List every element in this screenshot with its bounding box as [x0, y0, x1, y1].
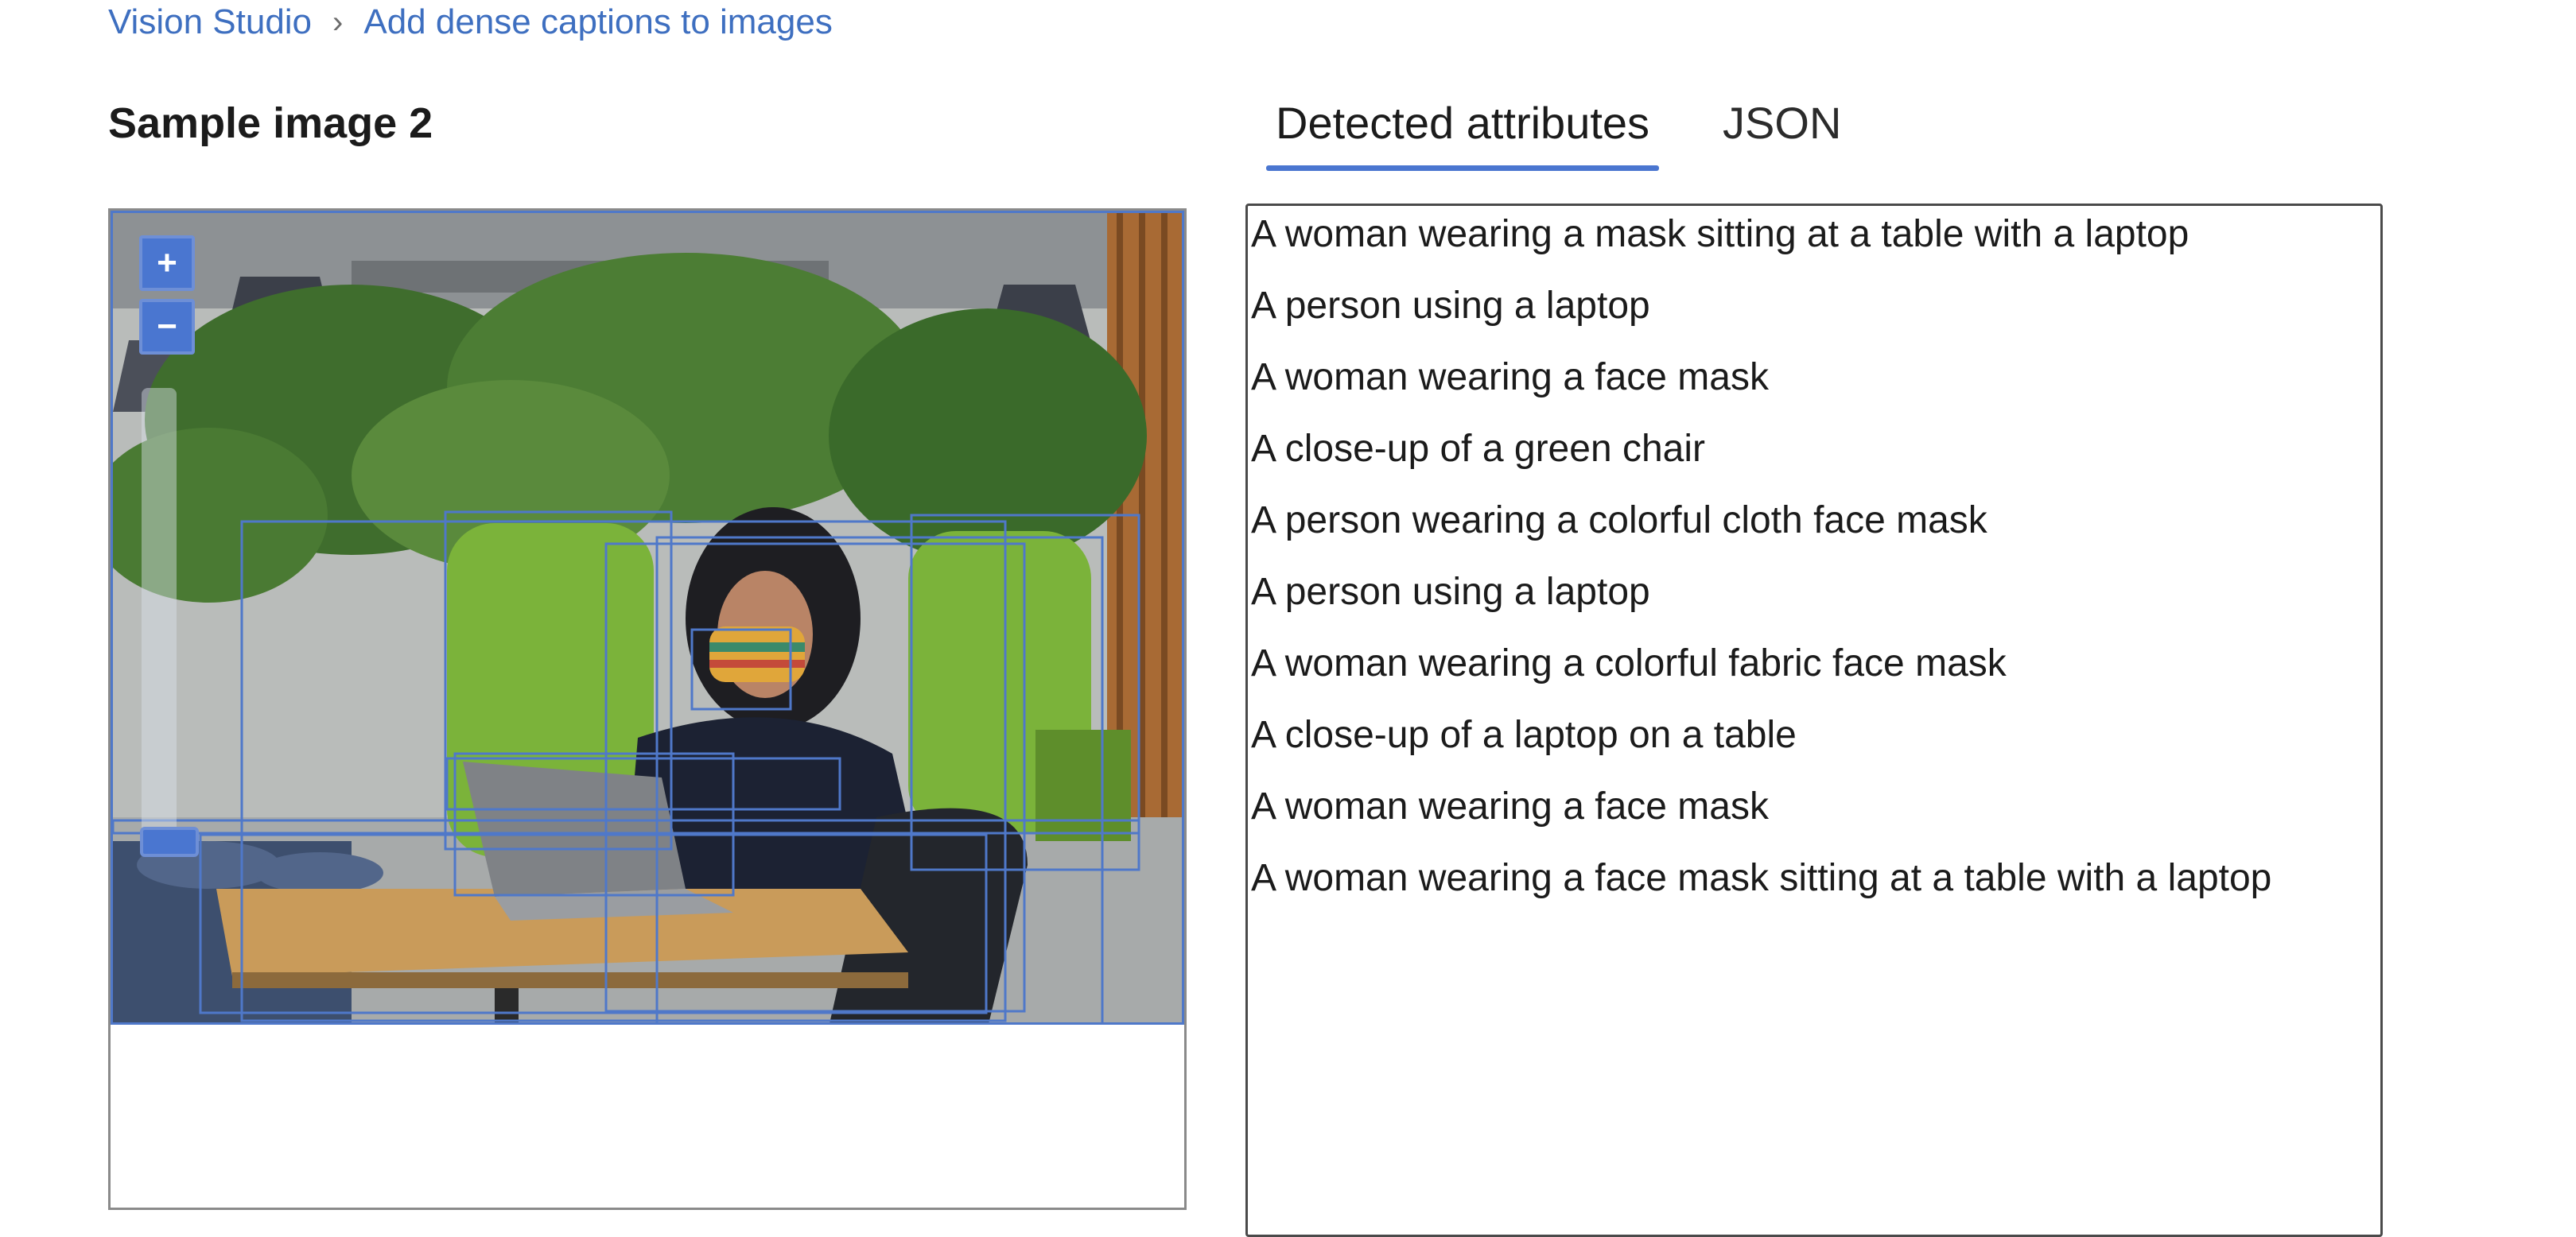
breadcrumb-vision-studio[interactable]: Vision Studio	[108, 2, 312, 42]
zoom-slider-handle[interactable]	[140, 827, 199, 857]
detection-box	[655, 536, 1104, 1022]
tab-detected-attributes[interactable]: Detected attributes	[1265, 92, 1660, 176]
detection-box	[604, 542, 1026, 1013]
detection-box	[240, 520, 1007, 1022]
zoom-in-button[interactable]: +	[139, 235, 195, 291]
caption-item[interactable]: A person using a laptop	[1251, 282, 1650, 330]
caption-list-panel: A woman wearing a mask sitting at a tabl…	[1245, 204, 2383, 1237]
tab-json[interactable]: JSON	[1716, 92, 1847, 176]
detection-box	[199, 833, 988, 1014]
caption-item[interactable]: A woman wearing a face mask	[1251, 354, 1769, 401]
detection-boxes	[113, 510, 1140, 1022]
zoom-slider-track[interactable]	[142, 388, 177, 833]
caption-item[interactable]: A woman wearing a face mask sitting at a…	[1251, 855, 2271, 902]
breadcrumb-chevron-icon: ›	[332, 4, 344, 40]
image-viewer: + −	[108, 208, 1187, 1210]
detection-box	[445, 757, 841, 811]
sample-image[interactable]: + −	[111, 211, 1184, 1025]
detection-box	[113, 819, 1140, 835]
caption-item[interactable]: A close-up of a laptop on a table	[1251, 712, 1797, 759]
detection-box	[690, 628, 792, 711]
detection-box	[453, 752, 735, 897]
zoom-out-button[interactable]: −	[139, 299, 195, 355]
detection-box	[444, 510, 673, 851]
result-tabs: Detected attributes JSON	[1265, 92, 1847, 176]
caption-item[interactable]: A woman wearing a mask sitting at a tabl…	[1251, 211, 2189, 258]
breadcrumb: Vision Studio › Add dense captions to im…	[108, 0, 833, 45]
page-title: Sample image 2	[108, 99, 433, 147]
breadcrumb-dense-captions[interactable]: Add dense captions to images	[363, 2, 833, 42]
caption-item[interactable]: A close-up of a green chair	[1251, 425, 1705, 473]
caption-item[interactable]: A woman wearing a face mask	[1251, 783, 1769, 831]
caption-item[interactable]: A woman wearing a colorful fabric face m…	[1251, 640, 2007, 688]
caption-item[interactable]: A person using a laptop	[1251, 568, 1650, 616]
zoom-controls: + −	[135, 235, 199, 355]
caption-item[interactable]: A person wearing a colorful cloth face m…	[1251, 497, 1987, 545]
